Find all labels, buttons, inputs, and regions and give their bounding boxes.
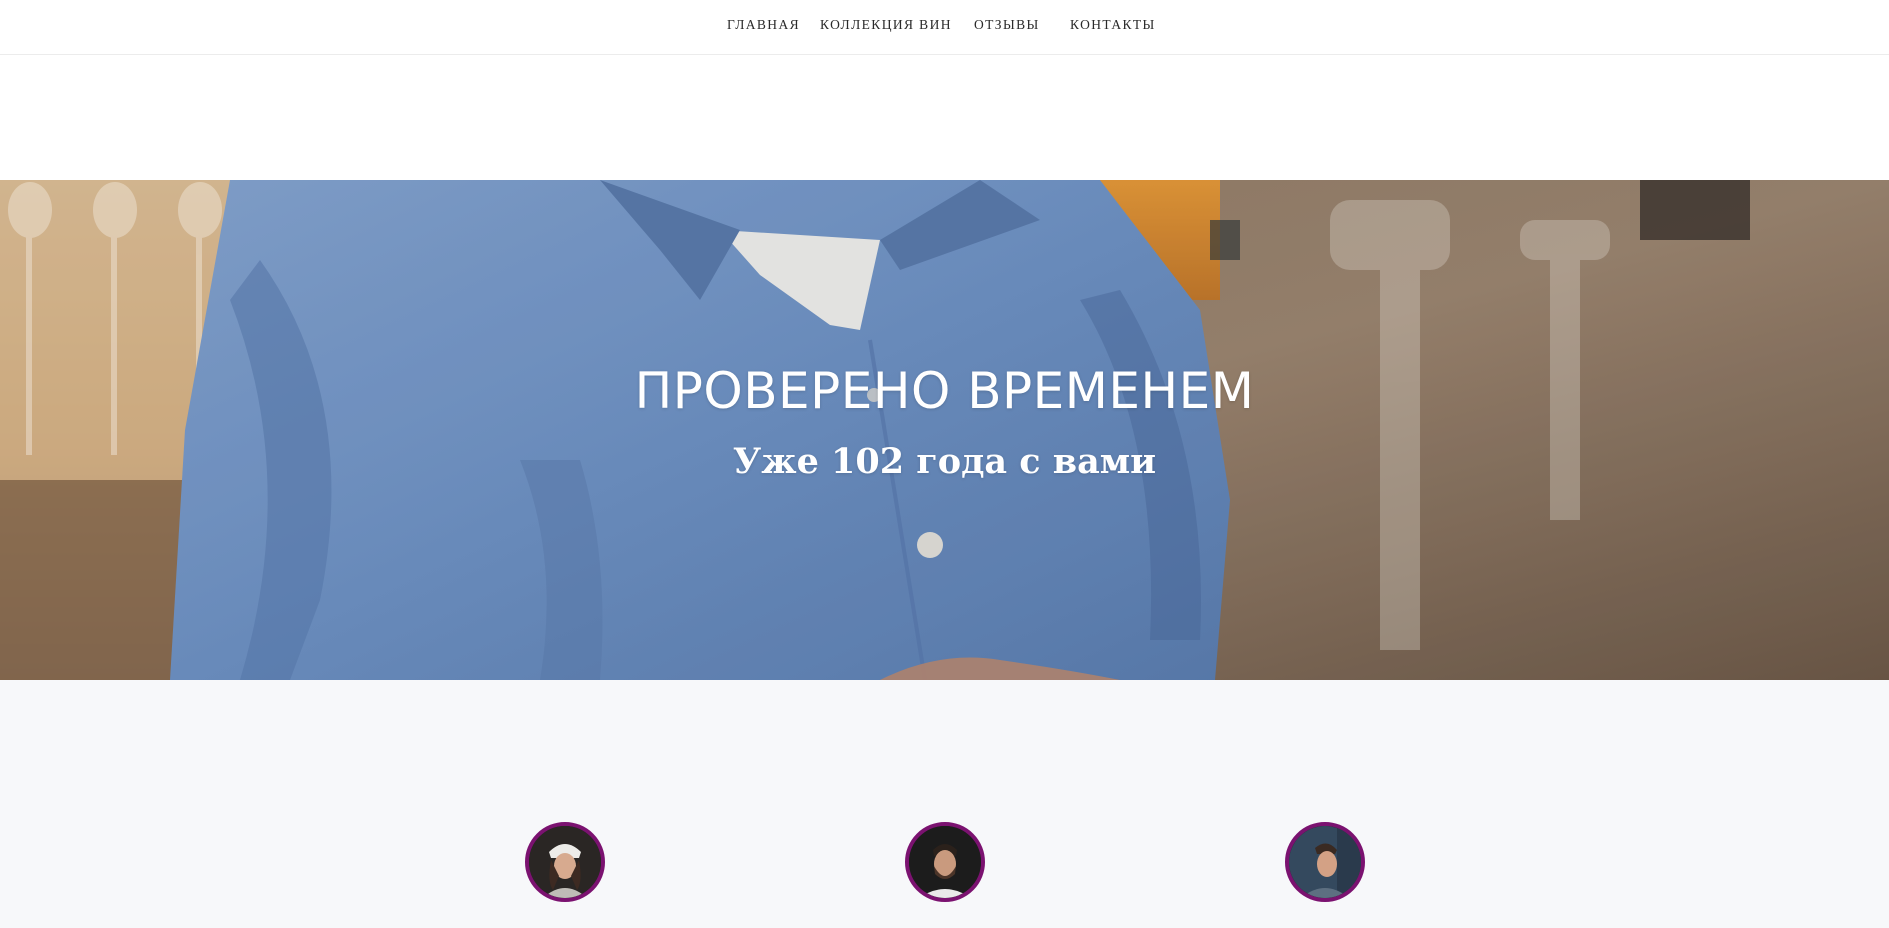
- testimonial-avatar-2: [905, 822, 985, 902]
- hero-title: ПРОВЕРЕНО ВРЕМЕНЕМ: [634, 362, 1255, 420]
- man-profile-portrait-icon: [1289, 826, 1361, 898]
- nav-item-home[interactable]: ГЛАВНАЯ: [727, 17, 800, 33]
- testimonial-avatar-3: [1285, 822, 1365, 902]
- top-navbar: ГЛАВНАЯ КОЛЛЕКЦИЯ ВИН ОТЗЫВЫ КОНТАКТЫ: [0, 0, 1889, 55]
- hero-background-image: [0, 180, 1889, 680]
- nav-item-wine-collection[interactable]: КОЛЛЕКЦИЯ ВИН: [820, 17, 952, 33]
- nav-item-reviews[interactable]: ОТЗЫВЫ: [974, 17, 1040, 33]
- testimonials-section: [0, 680, 1889, 928]
- nav-item-contacts[interactable]: КОНТАКТЫ: [1070, 17, 1156, 33]
- hero-banner: [0, 180, 1889, 680]
- man-bearded-portrait-icon: [909, 826, 981, 898]
- hero-subtitle: Уже 102 года с вами: [732, 441, 1157, 482]
- woman-portrait-icon: [529, 826, 601, 898]
- testimonial-avatar-1: [525, 822, 605, 902]
